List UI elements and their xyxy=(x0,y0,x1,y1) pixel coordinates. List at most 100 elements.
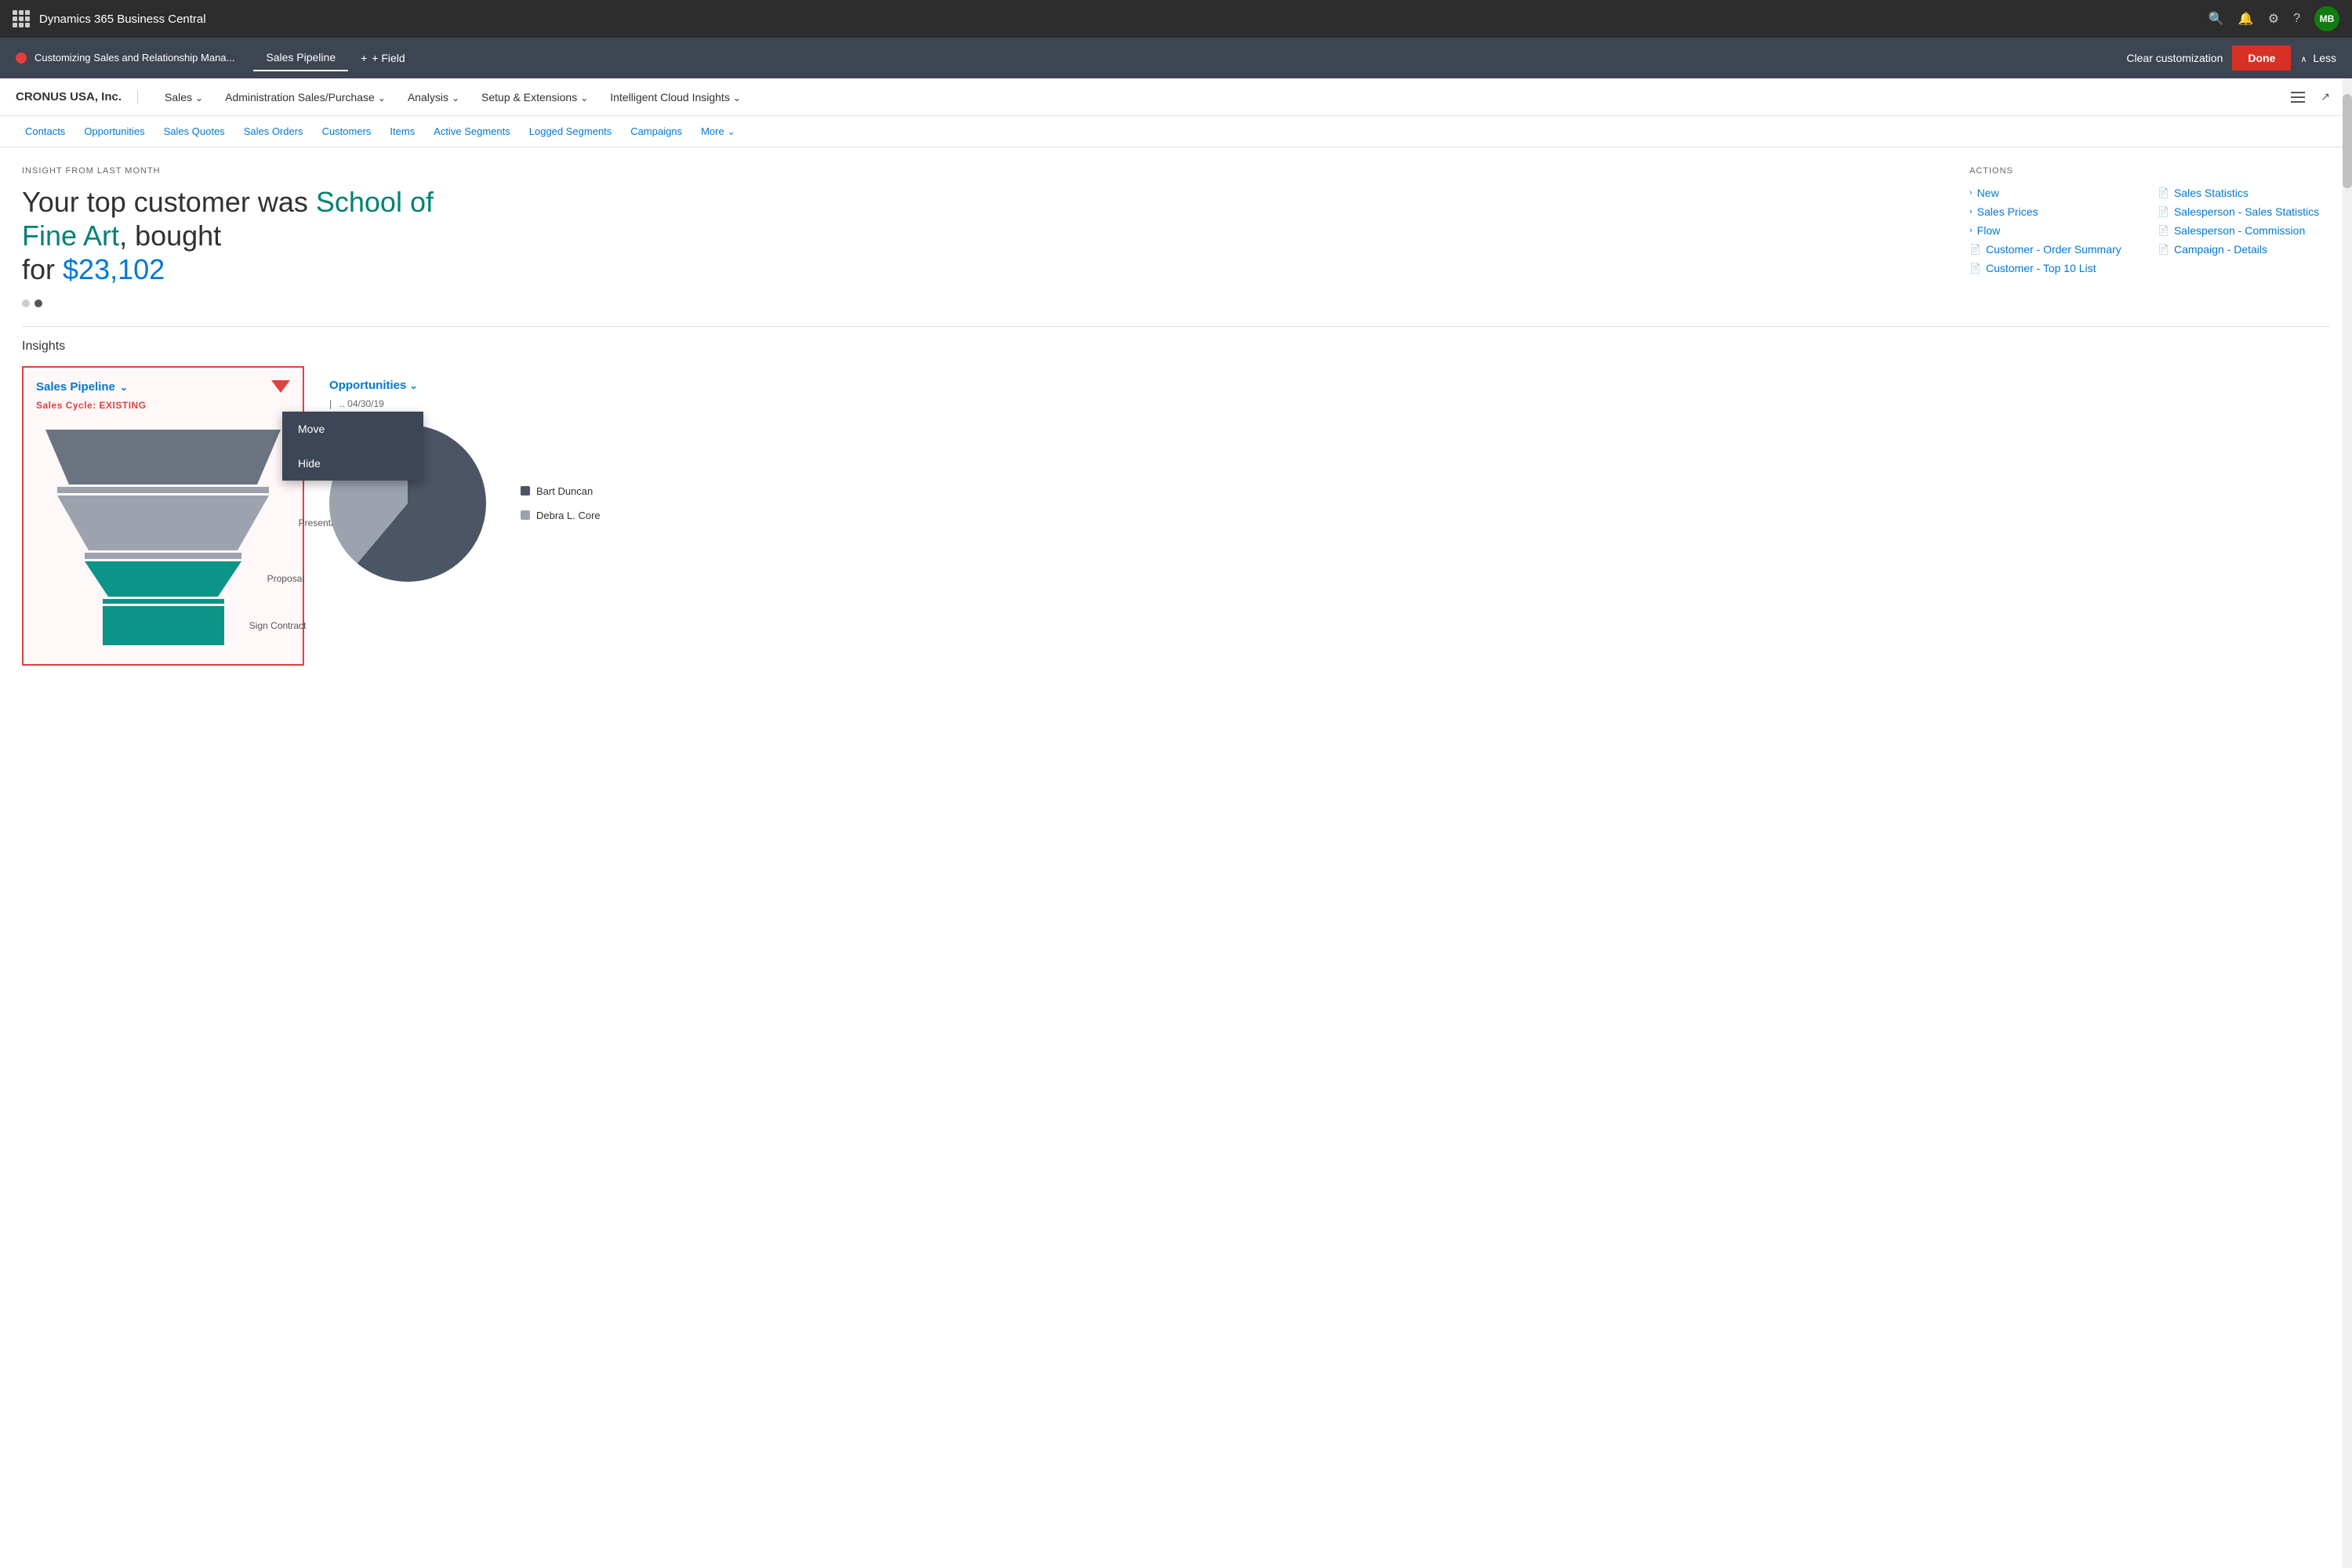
doc-icon: 📄 xyxy=(2158,187,2169,198)
action-sales-prices[interactable]: › Sales Prices xyxy=(1969,202,2142,221)
pipeline-subtitle: Sales Cycle: EXISTING xyxy=(36,400,290,411)
chevron-down-icon xyxy=(452,91,459,103)
nav-link-campaigns[interactable]: Campaigns xyxy=(621,116,691,147)
action-new[interactable]: › New xyxy=(1969,183,2142,202)
context-menu-move[interactable]: Move xyxy=(282,412,423,446)
nav-link-active-segments[interactable]: Active Segments xyxy=(424,116,520,147)
insight-label: INSIGHT FROM LAST MONTH xyxy=(22,166,492,176)
nav-link-logged-segments[interactable]: Logged Segments xyxy=(520,116,622,147)
funnel-label-proposal: Proposal xyxy=(267,573,304,584)
funnel-bar-proposal-svg xyxy=(85,561,241,597)
actions-panel: ACTIONS › New › Sales Prices › Flow 📄 xyxy=(1969,166,2330,278)
help-icon[interactable]: ? xyxy=(2293,12,2300,26)
customize-badge: Customizing Sales and Relationship Mana.… xyxy=(16,51,234,65)
customizing-title: Customizing xyxy=(34,52,91,64)
opp-title-row: Opportunities xyxy=(329,379,2318,392)
less-button[interactable]: Less xyxy=(2300,52,2336,64)
context-menu-trigger[interactable] xyxy=(271,380,290,393)
nav-menu-setup[interactable]: Setup & Extensions xyxy=(470,78,599,116)
legend-label-debra: Debra L. Core xyxy=(536,510,601,521)
doc-icon: 📄 xyxy=(1969,244,1981,255)
funnel-stage-proposal: Proposal xyxy=(36,561,290,597)
nav-menu-cloud[interactable]: Intelligent Cloud Insights xyxy=(599,78,752,116)
chevron-up-icon xyxy=(2300,52,2310,64)
opportunities-card-title[interactable]: Opportunities xyxy=(329,379,418,392)
add-field-button[interactable]: + + Field xyxy=(348,45,418,71)
nav-link-items[interactable]: Items xyxy=(380,116,424,147)
customize-bar: Customizing Sales and Relationship Mana.… xyxy=(0,38,2352,78)
second-navigation-bar: CRONUS USA, Inc. Sales Administration Sa… xyxy=(0,78,2352,116)
action-campaign-details[interactable]: 📄 Campaign - Details xyxy=(2158,240,2330,259)
actions-left-column: › New › Sales Prices › Flow 📄 Customer -… xyxy=(1969,183,2142,278)
legend-label-bart: Bart Duncan xyxy=(536,485,593,497)
clear-customization-button[interactable]: Clear customization xyxy=(2126,52,2223,64)
insight-section: INSIGHT FROM LAST MONTH Your top custome… xyxy=(22,166,492,307)
doc-icon: 📄 xyxy=(1969,263,1981,274)
nav-menu-sales[interactable]: Sales xyxy=(154,78,214,116)
scrollbar-thumb[interactable] xyxy=(2343,94,2352,188)
action-sales-statistics[interactable]: 📄 Sales Statistics xyxy=(2158,183,2330,202)
nav-menu-admin[interactable]: Administration Sales/Purchase xyxy=(214,78,397,116)
dot-indicators xyxy=(22,299,492,307)
dot-2[interactable] xyxy=(34,299,42,307)
action-campaign-label: Campaign - Details xyxy=(2174,243,2267,256)
nav-menu-analysis-label: Analysis xyxy=(408,91,448,103)
nav-link-contacts[interactable]: Contacts xyxy=(16,116,74,147)
funnel-stage-sign-contract: Sign Contract xyxy=(36,606,290,645)
date-range-value: .. 04/30/19 xyxy=(339,398,384,409)
action-salesperson-commission[interactable]: 📄 Salesperson - Commission xyxy=(2158,221,2330,240)
legend-bart-duncan: Bart Duncan xyxy=(521,485,601,497)
sales-pipeline-tab[interactable]: Sales Pipeline xyxy=(253,45,348,71)
actions-right-column: 📄 Sales Statistics 📄 Salesperson - Sales… xyxy=(2158,183,2330,278)
pie-chart-container: Bart Duncan Debra L. Core xyxy=(329,425,2318,582)
actions-label: ACTIONS xyxy=(1969,166,2330,176)
settings-icon[interactable]: ⚙ xyxy=(2268,11,2279,27)
context-menu-hide[interactable]: Hide xyxy=(282,446,423,481)
done-button[interactable]: Done xyxy=(2232,45,2291,71)
bell-icon[interactable]: 🔔 xyxy=(2238,11,2254,27)
plus-icon: + xyxy=(361,52,367,64)
action-flow[interactable]: › Flow xyxy=(1969,221,2142,240)
action-salesperson-sales-statistics[interactable]: 📄 Salesperson - Sales Statistics xyxy=(2158,202,2330,221)
dot-1[interactable] xyxy=(22,299,30,307)
nav-link-more[interactable]: More xyxy=(691,116,745,147)
app-title: Dynamics 365 Business Central xyxy=(39,13,2199,26)
funnel-stage-initial: Initial xyxy=(36,430,290,485)
waffle-menu-icon[interactable] xyxy=(13,10,30,27)
nav-menu-sales-label: Sales xyxy=(165,91,192,103)
third-navigation-bar: Contacts Opportunities Sales Quotes Sale… xyxy=(0,116,2352,147)
chevron-down-icon xyxy=(733,91,741,103)
nav-link-sales-orders[interactable]: Sales Orders xyxy=(234,116,313,147)
hamburger-menu-icon[interactable] xyxy=(2285,85,2311,109)
nav-link-opportunities[interactable]: Opportunities xyxy=(74,116,154,147)
actions-grid: › New › Sales Prices › Flow 📄 Customer -… xyxy=(1969,183,2330,278)
insight-bought-text: , bought xyxy=(119,220,221,252)
nav-link-customers[interactable]: Customers xyxy=(313,116,381,147)
action-sales-statistics-label: Sales Statistics xyxy=(2174,187,2249,199)
chevron-icon: › xyxy=(1969,188,1973,198)
action-customer-order-summary[interactable]: 📄 Customer - Order Summary xyxy=(1969,240,2142,259)
company-name: CRONUS USA, Inc. xyxy=(16,90,138,103)
action-sp-commission-label: Salesperson - Commission xyxy=(2174,224,2305,237)
action-customer-top10[interactable]: 📄 Customer - Top 10 List xyxy=(1969,259,2142,278)
opp-date-range: | .. 04/30/19 xyxy=(329,398,2318,409)
search-icon[interactable]: 🔍 xyxy=(2209,11,2224,27)
funnel-bar-sign-contract: Sign Contract xyxy=(103,606,224,645)
expand-icon[interactable]: ↗ xyxy=(2314,84,2336,110)
funnel-chart: Initial Presentation xyxy=(36,423,290,652)
nav-menu-analysis[interactable]: Analysis xyxy=(397,78,470,116)
nav-link-sales-quotes[interactable]: Sales Quotes xyxy=(154,116,234,147)
action-flow-label: Flow xyxy=(1977,224,2001,237)
pipeline-card-title[interactable]: Sales Pipeline xyxy=(36,380,128,394)
scrollbar[interactable] xyxy=(2343,78,2352,1568)
nav-menu-admin-label: Administration Sales/Purchase xyxy=(225,91,375,103)
add-field-label: + Field xyxy=(372,52,405,64)
insights-heading: Insights xyxy=(22,339,2330,354)
insights-cards-row: Sales Pipeline Move Hide Sales Cycle: EX… xyxy=(22,366,2330,666)
context-menu: Move Hide xyxy=(282,412,423,481)
chevron-down-icon xyxy=(195,91,203,103)
user-avatar[interactable]: MB xyxy=(2314,6,2339,31)
action-sp-sales-stats-label: Salesperson - Sales Statistics xyxy=(2174,205,2319,218)
action-new-label: New xyxy=(1977,187,1999,199)
second-nav-right: ↗ xyxy=(2285,84,2336,110)
